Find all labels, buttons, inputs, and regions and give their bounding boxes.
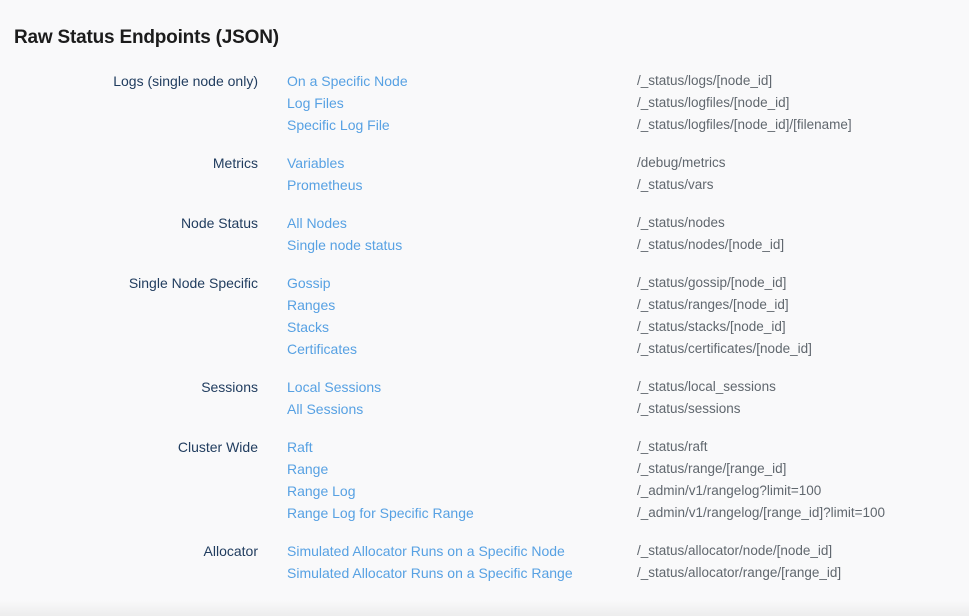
endpoint-row: Prometheus /_status/vars [258, 174, 969, 196]
endpoint-path: /_status/stacks/[node_id] [637, 316, 786, 338]
endpoint-row: Certificates /_status/certificates/[node… [258, 338, 969, 360]
section-category: Logs (single node only) [0, 70, 258, 136]
endpoint-path: /_status/nodes [637, 212, 725, 234]
endpoint-row: Ranges /_status/ranges/[node_id] [258, 294, 969, 316]
endpoint-link[interactable]: On a Specific Node [287, 70, 637, 92]
endpoint-path: /_status/vars [637, 174, 714, 196]
endpoint-link[interactable]: All Sessions [287, 398, 637, 420]
endpoint-link[interactable]: Range Log for Specific Range [287, 502, 637, 524]
endpoint-row: Stacks /_status/stacks/[node_id] [258, 316, 969, 338]
endpoint-link[interactable]: Local Sessions [287, 376, 637, 398]
section-single-node-specific: Single Node Specific Gossip /_status/gos… [0, 272, 969, 360]
endpoint-link[interactable]: Single node status [287, 234, 637, 256]
endpoint-link[interactable]: Gossip [287, 272, 637, 294]
endpoint-link[interactable]: Simulated Allocator Runs on a Specific N… [287, 540, 637, 562]
endpoint-path: /_status/local_sessions [637, 376, 776, 398]
endpoint-row: Local Sessions /_status/local_sessions [258, 376, 969, 398]
section-category: Single Node Specific [0, 272, 258, 360]
endpoint-row: On a Specific Node /_status/logs/[node_i… [258, 70, 969, 92]
endpoint-path: /_status/logfiles/[node_id] [637, 92, 789, 114]
endpoint-path: /_status/nodes/[node_id] [637, 234, 784, 256]
endpoint-path: /_status/certificates/[node_id] [637, 338, 812, 360]
section-category: Metrics [0, 152, 258, 196]
endpoint-row: Simulated Allocator Runs on a Specific R… [258, 562, 969, 584]
endpoint-link[interactable]: Range [287, 458, 637, 480]
endpoint-path: /_status/range/[range_id] [637, 458, 786, 480]
endpoint-row: Range /_status/range/[range_id] [258, 458, 969, 480]
endpoint-path: /_status/gossip/[node_id] [637, 272, 786, 294]
endpoint-path: /_status/logs/[node_id] [637, 70, 772, 92]
endpoint-row: Log Files /_status/logfiles/[node_id] [258, 92, 969, 114]
endpoint-link[interactable]: Range Log [287, 480, 637, 502]
endpoint-row: All Nodes /_status/nodes [258, 212, 969, 234]
endpoint-row: Variables /debug/metrics [258, 152, 969, 174]
endpoint-link[interactable]: Simulated Allocator Runs on a Specific R… [287, 562, 637, 584]
section-sessions: Sessions Local Sessions /_status/local_s… [0, 376, 969, 420]
endpoint-link[interactable]: Prometheus [287, 174, 637, 196]
endpoint-path: /_status/allocator/node/[node_id] [637, 540, 832, 562]
endpoint-path: /debug/metrics [637, 152, 726, 174]
endpoint-link[interactable]: Specific Log File [287, 114, 637, 136]
endpoint-row: Range Log for Specific Range /_admin/v1/… [258, 502, 969, 524]
endpoint-path: /_status/ranges/[node_id] [637, 294, 789, 316]
endpoints-table: Logs (single node only) On a Specific No… [0, 70, 969, 584]
endpoint-link[interactable]: Stacks [287, 316, 637, 338]
section-node-status: Node Status All Nodes /_status/nodes Sin… [0, 212, 969, 256]
endpoint-row: Raft /_status/raft [258, 436, 969, 458]
section-category: Cluster Wide [0, 436, 258, 524]
endpoint-path: /_admin/v1/rangelog/[range_id]?limit=100 [637, 502, 885, 524]
endpoint-row: Range Log /_admin/v1/rangelog?limit=100 [258, 480, 969, 502]
section-category: Node Status [0, 212, 258, 256]
endpoint-path: /_admin/v1/rangelog?limit=100 [637, 480, 821, 502]
endpoint-link[interactable]: Raft [287, 436, 637, 458]
endpoint-link[interactable]: All Nodes [287, 212, 637, 234]
endpoint-link[interactable]: Variables [287, 152, 637, 174]
footer-shade [0, 600, 969, 616]
section-category: Allocator [0, 540, 258, 584]
endpoint-row: Single node status /_status/nodes/[node_… [258, 234, 969, 256]
endpoint-link[interactable]: Log Files [287, 92, 637, 114]
endpoint-path: /_status/raft [637, 436, 708, 458]
endpoint-row: Simulated Allocator Runs on a Specific N… [258, 540, 969, 562]
endpoint-path: /_status/sessions [637, 398, 741, 420]
endpoint-path: /_status/logfiles/[node_id]/[filename] [637, 114, 852, 136]
endpoint-row: Gossip /_status/gossip/[node_id] [258, 272, 969, 294]
section-category: Sessions [0, 376, 258, 420]
section-allocator: Allocator Simulated Allocator Runs on a … [0, 540, 969, 584]
section-metrics: Metrics Variables /debug/metrics Prometh… [0, 152, 969, 196]
page-title: Raw Status Endpoints (JSON) [0, 13, 969, 49]
endpoint-path: /_status/allocator/range/[range_id] [637, 562, 841, 584]
section-logs: Logs (single node only) On a Specific No… [0, 70, 969, 136]
endpoint-link[interactable]: Ranges [287, 294, 637, 316]
endpoint-row: Specific Log File /_status/logfiles/[nod… [258, 114, 969, 136]
endpoint-link[interactable]: Certificates [287, 338, 637, 360]
endpoint-row: All Sessions /_status/sessions [258, 398, 969, 420]
section-cluster-wide: Cluster Wide Raft /_status/raft Range /_… [0, 436, 969, 524]
